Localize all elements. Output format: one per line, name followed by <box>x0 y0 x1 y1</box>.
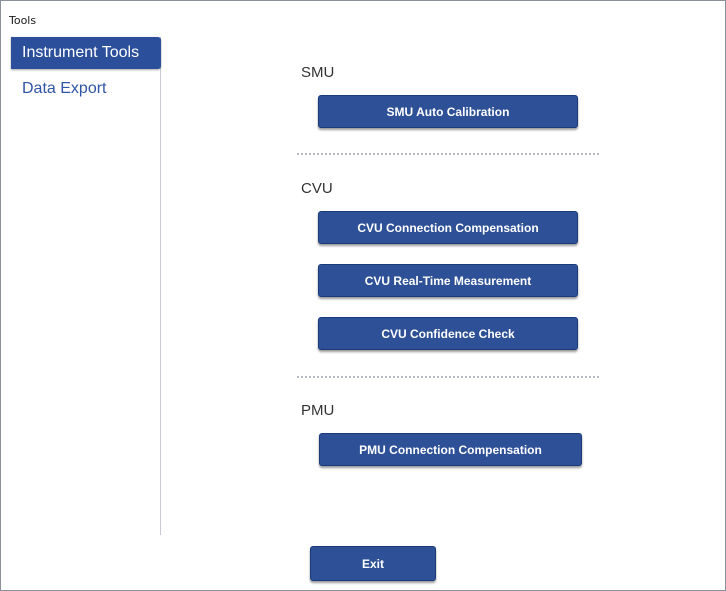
cvu-confidence-check-button[interactable]: CVU Confidence Check <box>318 317 578 350</box>
sidebar-item-data-export[interactable]: Data Export <box>11 77 160 101</box>
tools-window: Tools Instrument Tools Data Export SMU S… <box>0 0 726 591</box>
pmu-section-label: PMU <box>301 402 335 419</box>
cvu-real-time-measurement-button[interactable]: CVU Real-Time Measurement <box>318 264 578 297</box>
pmu-connection-compensation-button[interactable]: PMU Connection Compensation <box>319 433 582 466</box>
sidebar: Instrument Tools Data Export <box>11 37 161 535</box>
sidebar-item-instrument-tools[interactable]: Instrument Tools <box>11 37 161 69</box>
exit-button[interactable]: Exit <box>310 546 436 581</box>
smu-section-label: SMU <box>301 64 335 81</box>
section-divider <box>297 153 599 155</box>
smu-auto-calibration-button[interactable]: SMU Auto Calibration <box>318 95 578 128</box>
window-title: Tools <box>9 14 37 27</box>
section-divider <box>297 376 599 378</box>
cvu-section-label: CVU <box>301 180 333 197</box>
cvu-connection-compensation-button[interactable]: CVU Connection Compensation <box>318 211 578 244</box>
